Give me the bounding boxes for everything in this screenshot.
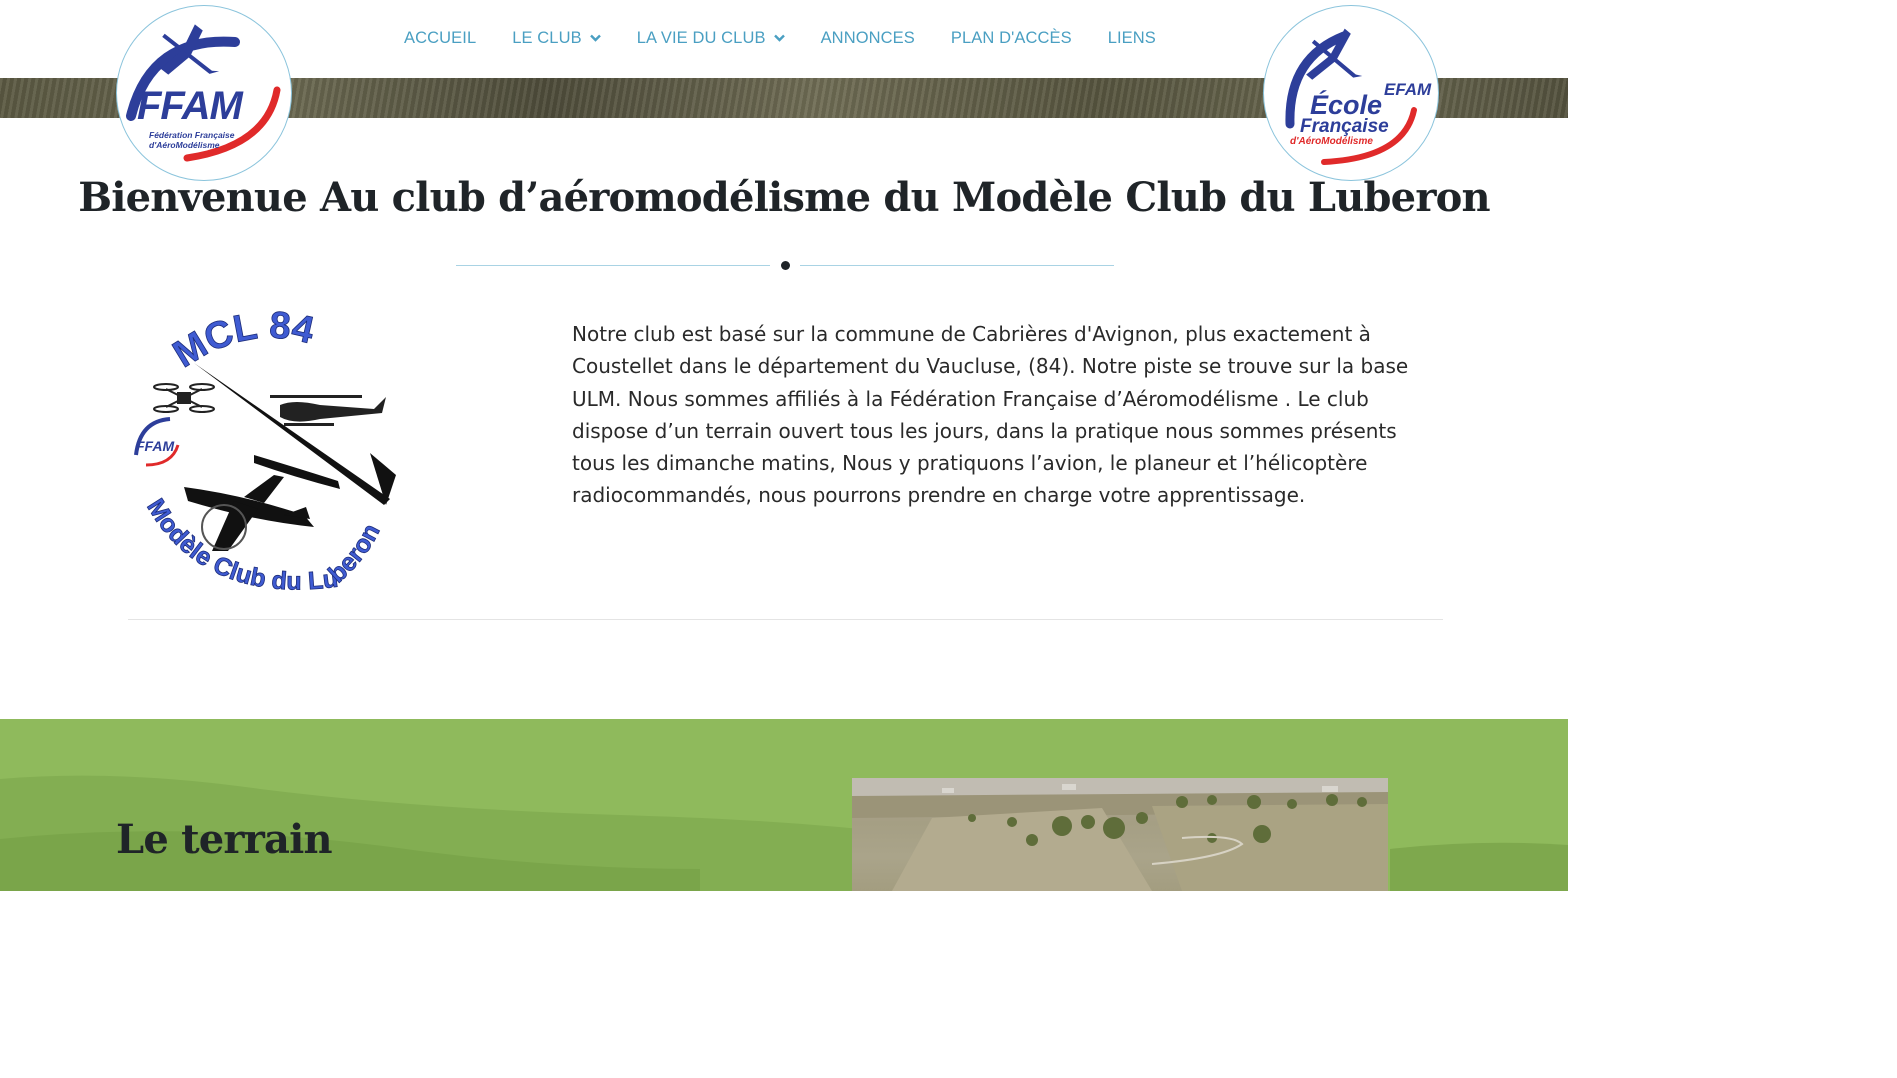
efam-logo-line2: Française: [1300, 116, 1389, 137]
efam-logo-subtitle: d'AéroModélisme: [1290, 136, 1373, 147]
mini-ffam-logo: FFAM: [130, 417, 182, 469]
glider-icon: [194, 363, 396, 505]
main-nav: ACCUEIL LE CLUB LA VIE DU CLUB ANNONCES …: [386, 24, 1174, 52]
nav-item-la-vie-du-club[interactable]: LA VIE DU CLUB: [637, 29, 785, 48]
ffam-logo[interactable]: FFAM Fédération Française d'AéroModélism…: [116, 5, 292, 181]
nav-item-annonces[interactable]: ANNONCES: [821, 29, 915, 48]
nav-item-label: ANNONCES: [820, 28, 915, 47]
intro-text: Notre club est basé sur la commune de Ca…: [572, 322, 1409, 508]
nav-item-label: PLAN D'ACCÈS: [950, 28, 1072, 47]
club-logo: MCL 84 Modèle Club du Luberon FFAM: [124, 304, 414, 605]
terrain-photo[interactable]: [852, 778, 1388, 891]
nav-item-label: LE CLUB: [512, 28, 582, 47]
nav-item-plan-acces[interactable]: PLAN D'ACCÈS: [951, 29, 1072, 48]
section-divider: [128, 619, 1443, 620]
chevron-down-icon: [773, 34, 785, 45]
helicopter-icon: [270, 395, 386, 426]
drone-icon: [153, 383, 215, 413]
chevron-down-icon: [589, 34, 601, 45]
ffam-logo-subtitle: Fédération Française d'AéroModélisme: [149, 130, 235, 150]
section-title-terrain: Le terrain: [116, 816, 333, 863]
efam-logo[interactable]: EFAM École Française d'AéroModélisme: [1263, 5, 1439, 181]
page-title: Bienvenue Au club d’aéromodélisme du Mod…: [78, 174, 1490, 221]
nav-item-le-club[interactable]: LE CLUB: [512, 28, 601, 48]
title-divider: [456, 259, 1114, 273]
nav-item-accueil[interactable]: ACCUEIL: [404, 29, 476, 48]
nav-item-liens[interactable]: LIENS: [1108, 29, 1156, 48]
club-logo-ring-top: MCL 84: [166, 305, 318, 376]
divider-dot-icon: [781, 261, 790, 270]
efam-logo-badge: EFAM: [1384, 80, 1432, 99]
nav-item-label: ACCUEIL: [404, 28, 477, 47]
svg-text:FFAM: FFAM: [136, 438, 174, 454]
nav-item-label: LA VIE DU CLUB: [636, 28, 766, 47]
nav-item-label: LIENS: [1107, 28, 1156, 47]
ffam-logo-title: FFAM: [137, 84, 243, 128]
